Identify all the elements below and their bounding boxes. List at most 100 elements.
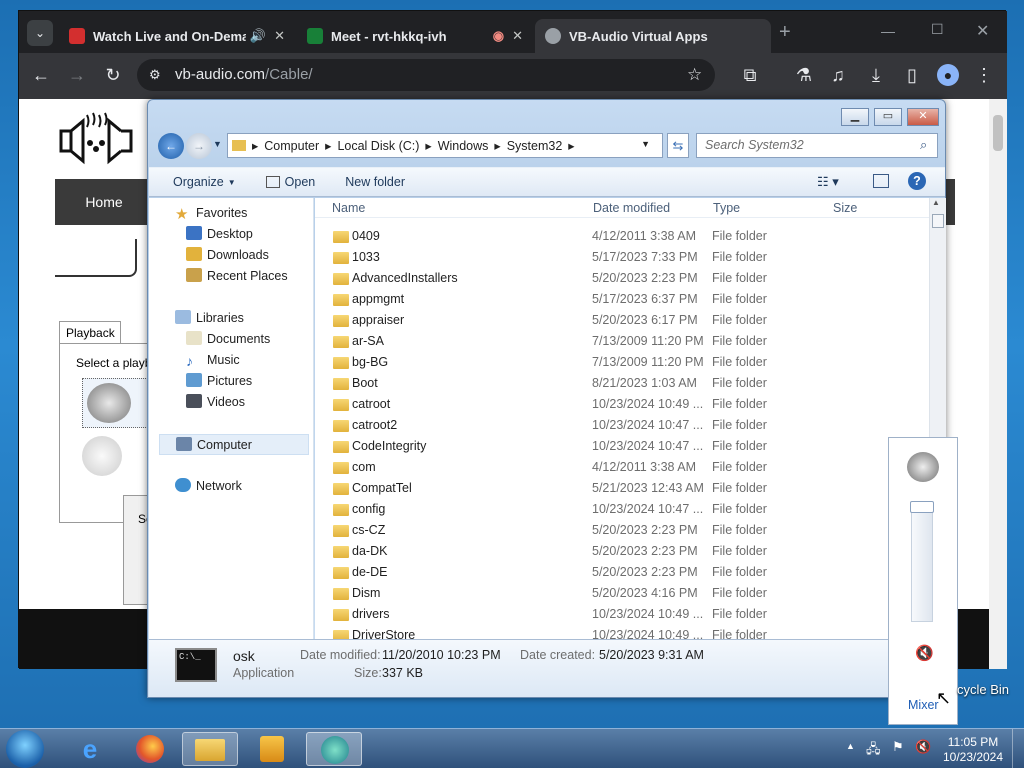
column-date-modified[interactable]: Date modified	[593, 201, 670, 215]
column-type[interactable]: Type	[713, 201, 740, 215]
explorer-taskbar-icon[interactable]	[182, 732, 238, 766]
new-tab-button[interactable]: +	[779, 21, 791, 44]
open-button[interactable]: Open	[285, 175, 316, 189]
profile-avatar[interactable]: ●	[937, 64, 959, 86]
file-row[interactable]: catroot2 10/23/2024 10:47 ... File folder	[315, 415, 929, 436]
file-row[interactable]: cs-CZ 5/20/2023 2:23 PM File folder	[315, 520, 929, 541]
search-icon[interactable]: ⌕	[920, 137, 927, 153]
show-desktop-button[interactable]	[1012, 729, 1024, 768]
column-size[interactable]: Size	[833, 201, 857, 215]
file-row[interactable]: CompatTel 5/21/2023 12:43 AM File folder	[315, 478, 929, 499]
file-row[interactable]: de-DE 5/20/2023 2:23 PM File folder	[315, 562, 929, 583]
nav-pictures[interactable]: Pictures	[186, 371, 252, 392]
maximize-icon[interactable]: ☐	[931, 21, 944, 38]
help-icon[interactable]: ?	[908, 172, 926, 190]
scrollbar-thumb[interactable]	[993, 115, 1003, 151]
column-name[interactable]: Name	[332, 201, 365, 215]
mute-icon[interactable]: 🔇	[915, 644, 934, 662]
address-bar[interactable]: ⚙ vb-audio.com/Cable/ ☆	[137, 59, 715, 91]
address-breadcrumb[interactable]: ▸ Computer ▸ Local Disk (C:) ▸ Windows ▸…	[227, 133, 663, 158]
organize-menu[interactable]: Organize	[173, 175, 224, 189]
refresh-icon[interactable]: ⇆	[667, 133, 689, 158]
extensions-icon[interactable]: ⧉	[739, 64, 761, 86]
file-row[interactable]: ar-SA 7/13/2009 11:20 PM File folder	[315, 331, 929, 352]
file-row[interactable]: drivers 10/23/2024 10:49 ... File folder	[315, 604, 929, 625]
speaker-icon[interactable]	[907, 452, 939, 482]
nav-favorites[interactable]: ★ Favorites	[175, 203, 247, 224]
tab-meet[interactable]: Meet - rvt-hkkq-ivh ◉ ✕	[297, 19, 533, 53]
nav-downloads[interactable]: Downloads	[186, 245, 269, 266]
close-tab-icon[interactable]: ✕	[274, 28, 285, 44]
nav-libraries[interactable]: Libraries	[175, 308, 244, 329]
site-info-icon[interactable]: ⚙	[149, 59, 161, 91]
labs-icon[interactable]: ⚗	[793, 64, 815, 86]
file-row[interactable]: appmgmt 5/17/2023 6:37 PM File folder	[315, 289, 929, 310]
close-window-icon[interactable]: ✕	[976, 21, 989, 41]
breadcrumb-windows[interactable]: Windows	[438, 139, 489, 153]
scroll-up-icon[interactable]: ▲	[932, 198, 940, 207]
recent-pages-icon[interactable]: ▼	[213, 139, 222, 149]
network-tray-icon[interactable]: 🖧	[866, 740, 881, 762]
mixer-link[interactable]: Mixer	[908, 698, 939, 712]
back-icon[interactable]: ←	[158, 133, 184, 159]
page-scrollbar[interactable]	[989, 99, 1007, 669]
volume-slider-thumb[interactable]	[910, 501, 934, 513]
nav-computer[interactable]: Computer	[159, 434, 309, 455]
forward-icon[interactable]: →	[66, 64, 88, 86]
playback-device[interactable]	[82, 378, 152, 428]
file-row[interactable]: Boot 8/21/2023 1:03 AM File folder	[315, 373, 929, 394]
breadcrumb-local-disk[interactable]: Local Disk (C:)	[337, 139, 419, 153]
tab-watch-live[interactable]: Watch Live and On-Deman 🔊 ✕	[59, 19, 295, 53]
bookmark-star-icon[interactable]: ☆	[687, 59, 702, 91]
menu-icon[interactable]: ⋮	[973, 64, 995, 86]
file-row[interactable]: CodeIntegrity 10/23/2024 10:47 ... File fo…	[315, 436, 929, 457]
new-folder-button[interactable]: New folder	[345, 175, 405, 189]
explorer-maximize-button[interactable]: ▭	[874, 108, 902, 126]
nav-network[interactable]: Network	[175, 476, 242, 497]
nav-home-link[interactable]: Home	[69, 179, 139, 225]
file-row[interactable]: Dism 5/20/2023 4:16 PM File folder	[315, 583, 929, 604]
explorer-minimize-button[interactable]: ▁	[841, 108, 869, 126]
clock[interactable]: 11:05 PM 10/23/2024	[940, 735, 1006, 765]
nav-desktop[interactable]: Desktop	[186, 224, 253, 245]
playback-tab[interactable]: Playback	[59, 321, 121, 343]
forward-icon[interactable]: →	[186, 133, 212, 159]
media-controls-icon[interactable]: ♫	[827, 64, 849, 86]
firefox-icon[interactable]	[122, 732, 178, 766]
show-hidden-icons[interactable]: ▲	[846, 741, 855, 751]
breadcrumb-system32[interactable]: System32	[507, 139, 563, 153]
minimize-icon[interactable]: —	[881, 23, 895, 39]
start-button[interactable]	[6, 730, 44, 768]
reload-icon[interactable]: ↻	[102, 64, 124, 86]
nav-documents[interactable]: Documents	[186, 329, 270, 350]
file-row[interactable]: 1033 5/17/2023 7:33 PM File folder	[315, 247, 929, 268]
internet-explorer-icon[interactable]: e	[62, 732, 118, 766]
view-options-icon[interactable]: ☷ ▾	[817, 174, 839, 190]
close-tab-icon[interactable]: ✕	[512, 28, 523, 44]
tab-vb-audio[interactable]: VB-Audio Virtual Apps	[535, 19, 771, 53]
speaker-icon[interactable]: 🔊	[250, 28, 266, 44]
file-row[interactable]: DriverStore 10/23/2024 10:49 ... File fold…	[315, 625, 929, 639]
back-icon[interactable]: ←	[30, 64, 52, 86]
breadcrumb-computer[interactable]: Computer	[264, 139, 319, 153]
file-row[interactable]: catroot 10/23/2024 10:49 ... File folder	[315, 394, 929, 415]
file-row[interactable]: com 4/12/2011 3:38 AM File folder	[315, 457, 929, 478]
scrollbar-thumb[interactable]	[932, 214, 944, 228]
file-row[interactable]: appraiser 5/20/2023 6:17 PM File folder	[315, 310, 929, 331]
explorer-close-button[interactable]: ✕	[907, 108, 939, 126]
recycle-bin-label[interactable]: cycle Bin	[957, 682, 1009, 697]
media-player-icon[interactable]	[244, 732, 300, 766]
action-center-icon[interactable]: ⚑	[892, 739, 904, 755]
preview-pane-icon[interactable]	[873, 174, 889, 188]
search-input[interactable]: Search System32	[696, 133, 938, 158]
side-panel-icon[interactable]: ▯	[901, 64, 923, 86]
file-row[interactable]: AdvancedInstallers 5/20/2023 2:23 PM File …	[315, 268, 929, 289]
nav-videos[interactable]: Videos	[186, 392, 245, 413]
app-taskbar-icon[interactable]	[306, 732, 362, 766]
file-row[interactable]: bg-BG 7/13/2009 11:20 PM File folder	[315, 352, 929, 373]
nav-recent-places[interactable]: Recent Places	[186, 266, 288, 287]
tab-search-button[interactable]: ⌄	[27, 20, 53, 46]
file-row[interactable]: config 10/23/2024 10:47 ... File folder	[315, 499, 929, 520]
volume-slider[interactable]	[910, 501, 934, 622]
nav-music[interactable]: ♪ Music	[186, 350, 240, 371]
